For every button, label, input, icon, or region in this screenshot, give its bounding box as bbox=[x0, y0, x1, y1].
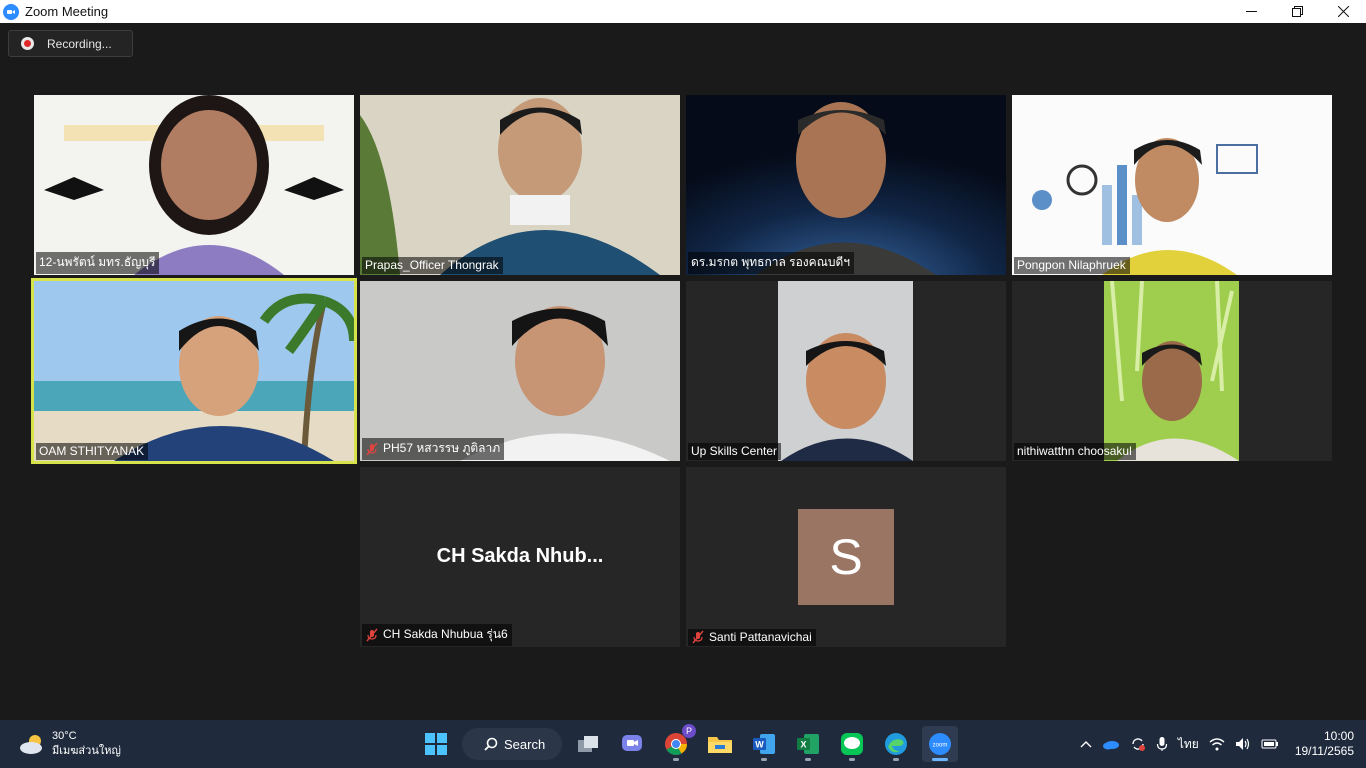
participant-video bbox=[360, 281, 680, 461]
taskbar-search[interactable]: Search bbox=[462, 728, 562, 760]
video-tile[interactable]: Prapas_Officer Thongrak bbox=[360, 95, 680, 275]
participant-video bbox=[1012, 281, 1332, 461]
participant-name: ดร.มรกต พุทธกาล รองคณบดีฯ bbox=[688, 252, 854, 274]
video-tile[interactable]: Pongpon Nilaphruek bbox=[1012, 95, 1332, 275]
chevron-up-icon[interactable] bbox=[1080, 740, 1092, 748]
minimize-icon bbox=[1245, 11, 1257, 12]
chat-icon bbox=[622, 735, 642, 751]
video-off-tile[interactable]: CH Sakda Nhub... CH Sakda Nhubua รุ่น6 bbox=[360, 467, 680, 647]
profile-badge: P bbox=[682, 724, 696, 738]
weather-desc: มีเมฆส่วนใหญ่ bbox=[52, 745, 121, 757]
excel-icon: X bbox=[797, 734, 819, 754]
folder-icon bbox=[708, 737, 732, 753]
restore-button[interactable] bbox=[1274, 0, 1320, 23]
onedrive-icon[interactable] bbox=[1102, 738, 1120, 750]
participant-name: CH Sakda Nhubua รุ่น6 bbox=[362, 624, 512, 646]
video-tile[interactable]: nithiwatthn choosakul bbox=[1012, 281, 1332, 461]
participant-name: 12-นพรัตน์ มทร.ธัญบุรี bbox=[36, 252, 160, 274]
participant-name: Pongpon Nilaphruek bbox=[1014, 257, 1130, 274]
task-view-button[interactable] bbox=[570, 726, 606, 762]
weather-widget[interactable]: 30°C มีเมฆส่วนใหญ่ bbox=[18, 729, 121, 759]
excel-button[interactable]: X bbox=[790, 726, 826, 762]
recording-indicator[interactable]: Recording... bbox=[8, 30, 133, 57]
participant-video bbox=[1012, 95, 1332, 275]
active-speaker-tile[interactable]: OAM STHITYANAK bbox=[31, 278, 357, 464]
start-button[interactable] bbox=[418, 726, 454, 762]
taskbar: 30°C มีเมฆส่วนใหญ่ Search P W X zoom ไทย… bbox=[0, 720, 1366, 768]
zoom-taskbar-button[interactable]: zoom bbox=[922, 726, 958, 762]
word-button[interactable]: W bbox=[746, 726, 782, 762]
windows-icon bbox=[425, 733, 447, 755]
svg-text:W: W bbox=[755, 740, 764, 750]
video-tile[interactable]: Up Skills Center bbox=[686, 281, 1006, 461]
system-clock[interactable]: 10:00 19/11/2565 bbox=[1295, 729, 1354, 759]
file-explorer-button[interactable] bbox=[702, 726, 738, 762]
participant-video bbox=[686, 95, 1006, 275]
participant-video bbox=[34, 95, 354, 275]
mic-muted-icon bbox=[366, 442, 378, 455]
line-icon bbox=[841, 733, 863, 755]
cloud-icon bbox=[20, 735, 42, 754]
svg-text:zoom: zoom bbox=[933, 743, 948, 749]
wifi-icon[interactable] bbox=[1209, 737, 1225, 751]
zoom-icon: zoom bbox=[929, 733, 951, 755]
participant-name: OAM STHITYANAK bbox=[36, 443, 149, 460]
participant-name: Santi Pattanavichai bbox=[688, 629, 816, 646]
edge-icon bbox=[885, 733, 907, 755]
close-button[interactable] bbox=[1320, 0, 1366, 23]
line-button[interactable] bbox=[834, 726, 870, 762]
video-off-tile[interactable]: S Santi Pattanavichai bbox=[686, 467, 1006, 647]
svg-text:X: X bbox=[800, 740, 806, 750]
minimize-button[interactable] bbox=[1228, 0, 1274, 23]
word-icon: W bbox=[753, 734, 775, 754]
microphone-icon[interactable] bbox=[1156, 736, 1168, 752]
volume-icon[interactable] bbox=[1235, 737, 1251, 751]
participant-name: Prapas_Officer Thongrak bbox=[362, 257, 503, 274]
participant-name: Up Skills Center bbox=[688, 443, 782, 460]
video-tile[interactable]: ดร.มรกต พุทธกาล รองคณบดีฯ bbox=[686, 95, 1006, 275]
participant-video bbox=[34, 281, 354, 461]
participant-display-name: CH Sakda Nhub... bbox=[436, 545, 604, 567]
participant-name: nithiwatthn choosakul bbox=[1014, 443, 1136, 460]
recording-label: Recording... bbox=[47, 36, 112, 51]
weather-temp: 30°C bbox=[52, 730, 77, 742]
participant-video bbox=[686, 281, 1006, 461]
edge-button[interactable] bbox=[878, 726, 914, 762]
close-icon bbox=[1337, 6, 1349, 17]
record-icon bbox=[21, 37, 34, 50]
restore-icon bbox=[1291, 6, 1303, 17]
title-bar: Zoom Meeting bbox=[0, 0, 1366, 23]
participant-name: PH57 หสวรรษ ภูติลาภ bbox=[362, 438, 505, 460]
battery-icon[interactable] bbox=[1261, 738, 1279, 750]
participant-video bbox=[360, 95, 680, 275]
video-tile[interactable]: PH57 หสวรรษ ภูติลาภ bbox=[360, 281, 680, 461]
zoom-logo-icon bbox=[3, 3, 19, 20]
chrome-button[interactable]: P bbox=[658, 724, 696, 762]
window-title: Zoom Meeting bbox=[25, 4, 109, 19]
mic-muted-icon bbox=[366, 628, 378, 641]
sync-icon[interactable] bbox=[1130, 736, 1146, 752]
avatar: S bbox=[798, 509, 894, 605]
input-language[interactable]: ไทย bbox=[1178, 735, 1199, 754]
task-view-icon bbox=[578, 736, 598, 752]
search-icon bbox=[484, 737, 498, 751]
mic-muted-icon bbox=[692, 630, 704, 644]
teams-chat-button[interactable] bbox=[614, 726, 650, 762]
video-tile[interactable]: 12-นพรัตน์ มทร.ธัญบุรี bbox=[34, 95, 354, 275]
